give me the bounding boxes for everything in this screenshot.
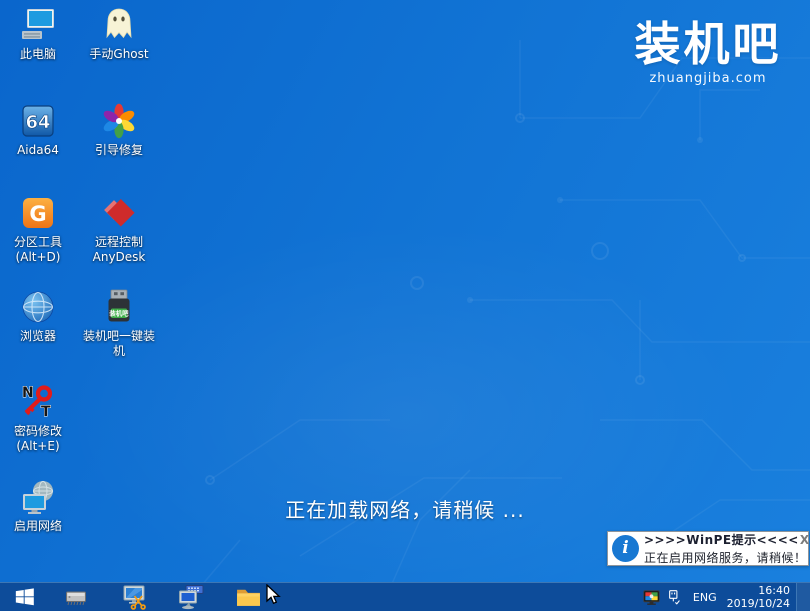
svg-text:G: G: [29, 202, 46, 226]
desktop-icon-anydesk[interactable]: 远程控制 AnyDesk: [81, 194, 157, 264]
diskgenius-icon: G: [19, 194, 57, 232]
desktop-icon-password-change[interactable]: N T 密码修改 (Alt+E): [0, 383, 76, 453]
toast-title: >>>>WinPE提示<<<<: [644, 533, 799, 547]
icon-label: 引导修复: [94, 143, 143, 157]
icon-label: 浏览器: [19, 329, 56, 343]
brand-logo: 装机吧 zhuangjiba.com: [624, 18, 792, 86]
desktop-icon-browser[interactable]: 浏览器: [0, 288, 76, 344]
this-pc-icon: [19, 6, 57, 44]
nt-password-key-icon: N T: [19, 383, 57, 421]
logo-domain: zhuangjiba.com: [649, 71, 767, 86]
winpe-desktop: 装机吧 zhuangjiba.com 此电脑 手动Ghost 64 Aida64…: [0, 0, 810, 611]
desktop-icon-this-pc[interactable]: 此电脑: [0, 6, 76, 62]
screen-capture-icon: [123, 585, 146, 610]
tray-time: 16:40: [758, 584, 790, 597]
toast-body: >>>>WinPE提示<<<< X 正在启用网络服务，请稍候！: [644, 531, 809, 566]
desktop-icon-boot-repair[interactable]: 引导修复: [81, 102, 157, 158]
tray-date: 2019/10/24: [726, 597, 790, 610]
aida64-icon: 64: [19, 102, 57, 140]
icon-label: 装机吧一键装机: [82, 329, 155, 358]
desktop-icon-partition-tool[interactable]: G 分区工具 (Alt+D): [0, 194, 76, 264]
windows-flag-icon: [15, 588, 34, 606]
browser-globe-icon: [19, 288, 57, 326]
taskbar-item-computer-input[interactable]: [177, 583, 205, 611]
logo-title: 装机吧: [634, 17, 782, 71]
language-indicator[interactable]: ENG: [693, 591, 717, 604]
boot-repair-pinwheel-icon: [100, 102, 138, 140]
icon-label: 分区工具: [13, 235, 62, 249]
taskbar-item-screen-capture[interactable]: [121, 583, 149, 611]
svg-text:64: 64: [25, 112, 50, 133]
usb-installer-icon: 装机吧: [100, 288, 138, 326]
icon-label: 远程控制: [94, 235, 143, 249]
taskbar-item-memory-tool[interactable]: [62, 583, 90, 611]
icon-label-sub: AnyDesk: [92, 249, 146, 264]
winpe-toast: i >>>>WinPE提示<<<< X 正在启用网络服务，请稍候！: [607, 531, 809, 566]
taskbar-item-file-explorer[interactable]: [234, 583, 262, 611]
icon-label: 密码修改: [13, 424, 62, 438]
computer-keyboard-icon: [179, 585, 204, 610]
svg-text:T: T: [41, 404, 51, 420]
info-icon: i: [612, 535, 639, 562]
anydesk-diamond-icon: [100, 194, 138, 232]
system-tray: ENG 16:40 2019/10/24: [641, 583, 810, 611]
desktop-icon-manual-ghost[interactable]: 手动Ghost: [81, 6, 157, 62]
ghost-icon: [100, 6, 138, 44]
toast-close-button[interactable]: X: [799, 533, 810, 547]
toast-message: 正在启用网络服务，请稍候！: [644, 551, 807, 565]
icon-label: 此电脑: [19, 47, 56, 61]
usb-eject-icon: [669, 589, 681, 605]
icon-label: 手动Ghost: [89, 47, 149, 61]
icon-label: Aida64: [17, 143, 59, 157]
svg-text:N: N: [22, 385, 34, 401]
desktop-icon-zhuangjiba-install[interactable]: 装机吧 装机吧一键装机: [81, 288, 157, 358]
desktop-icon-aida64[interactable]: 64 Aida64: [0, 102, 76, 158]
memory-chip-icon: [66, 591, 86, 606]
start-button[interactable]: [8, 583, 42, 611]
tray-clock[interactable]: 16:40 2019/10/24: [727, 584, 790, 610]
icon-label-sub: (Alt+D): [15, 249, 61, 264]
loading-status-text: 正在加载网络，请稍候 ...: [285, 498, 525, 522]
show-desktop-button[interactable]: [796, 583, 810, 611]
icon-label-sub: (Alt+E): [16, 438, 60, 453]
display-settings-icon: [643, 589, 660, 605]
tray-usb-eject[interactable]: [663, 583, 685, 611]
file-explorer-folder-icon: [236, 589, 260, 606]
taskbar: ENG 16:40 2019/10/24: [0, 582, 810, 611]
tray-display-settings[interactable]: [641, 583, 663, 611]
svg-text:装机吧: 装机吧: [109, 308, 129, 317]
